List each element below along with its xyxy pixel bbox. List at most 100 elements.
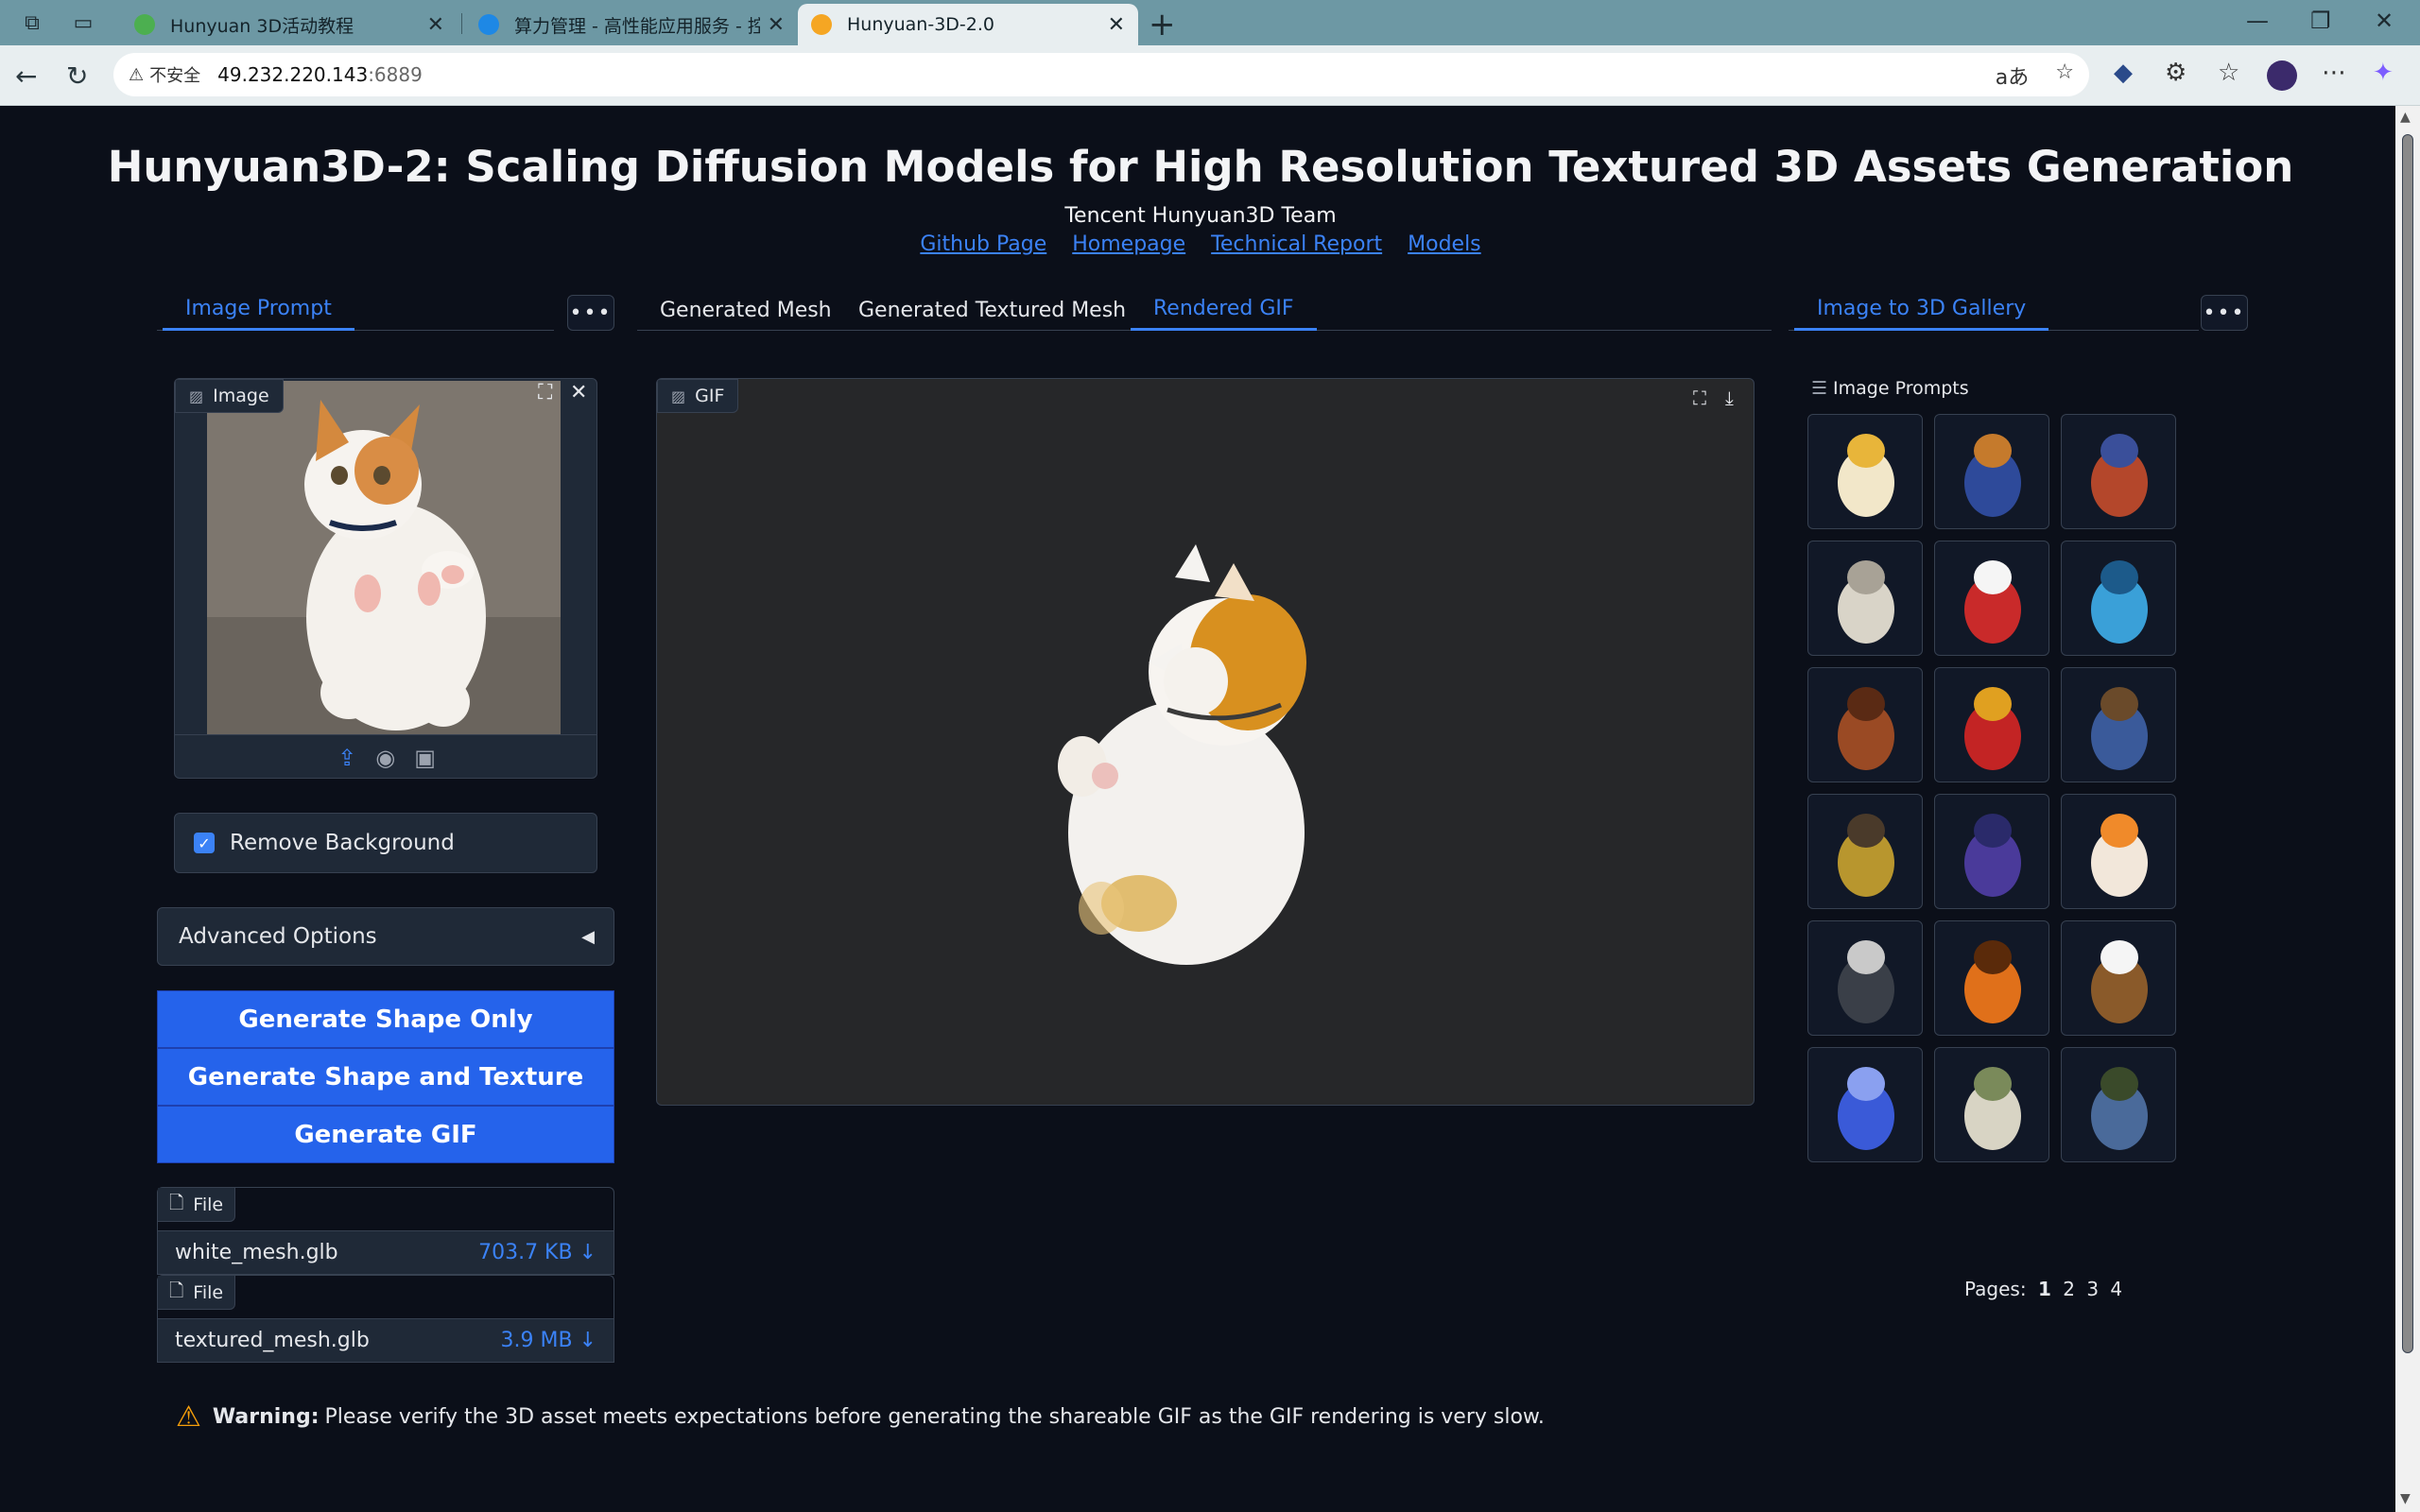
white-mesh-file-row[interactable]: white_mesh.glb 703.7 KB ↓ [157,1230,614,1275]
generate-shape-only-button[interactable]: Generate Shape Only [157,990,614,1048]
gallery-thumb-revolver[interactable] [2061,667,2176,782]
url-port: :6889 [368,63,423,86]
gallery-thumb-tree[interactable] [2061,1047,2176,1162]
tab-actions-icon[interactable]: ▭ [70,9,96,36]
favorites-icon[interactable]: ☆ [2218,59,2239,87]
profile-avatar[interactable] [2267,60,2297,91]
models-link[interactable]: Models [1408,232,1481,256]
tab-image-to-3d-gallery[interactable]: Image to 3D Gallery [1794,289,2049,331]
insecure-label: 不安全 [149,66,201,86]
gallery-thumb-santa[interactable] [1934,541,2049,656]
fullscreen-icon[interactable]: ⛶ [538,381,552,404]
read-aloud-icon[interactable]: aあ [1996,60,2029,91]
gallery-thumb-penguin[interactable] [1807,414,1923,529]
page-3-link[interactable]: 3 [2086,1278,2099,1300]
center-tabs: Generated Mesh Generated Textured Mesh R… [637,289,1772,331]
tab-image-prompt[interactable]: Image Prompt [163,289,354,331]
security-indicator[interactable]: ⚠ 不安全 [129,62,200,87]
warning-icon: ⚠ [176,1400,201,1434]
gradio-page: Hunyuan3D-2: Scaling Diffusion Models fo… [6,106,2395,1508]
close-tab-icon[interactable]: ✕ [1108,13,1125,37]
browser-tab-active[interactable]: Hunyuan-3D-2.0 ✕ [798,4,1138,45]
gallery-thumb-eagle[interactable] [2061,920,2176,1036]
tab-rendered-gif[interactable]: Rendered GIF [1131,289,1317,331]
gallery-thumb-house[interactable] [1934,414,2049,529]
url-field[interactable]: ⚠ 不安全 49.232.220.143:6889 aあ ☆ [113,53,2089,96]
generate-shape-and-texture-button[interactable]: Generate Shape and Texture [157,1048,614,1106]
gallery-thumb-boy[interactable] [2061,414,2176,529]
upload-icon[interactable]: ⇪ [337,745,356,771]
file-label: 🗋 File [158,1188,236,1222]
page-scrollbar[interactable]: ▲ ▼ [2395,106,2420,1512]
file-label: 🗋 File [158,1276,236,1310]
github-link[interactable]: Github Page [920,232,1046,256]
workspaces-icon[interactable]: ⧉ [19,9,45,36]
more-menu-icon[interactable]: ⋯ [2322,59,2346,87]
list-icon: ☰ [1811,378,1828,399]
gallery-thumb-staff[interactable] [1807,794,1923,909]
browser-tab[interactable]: Hunyuan 3D活动教程 ✕ [121,4,458,45]
warning-icon: ⚠ [129,64,145,85]
textured-mesh-file-header: 🗋 File [157,1275,614,1318]
gallery-thumb-pumpkin[interactable] [1934,920,2049,1036]
restore-icon[interactable]: ❐ [2310,8,2331,34]
favorite-star-icon[interactable]: ☆ [2055,60,2074,91]
remove-background-label: Remove Background [230,831,455,855]
refresh-icon[interactable]: ↻ [66,60,88,92]
gallery-thumb-seahorse[interactable] [2061,541,2176,656]
page-title: Hunyuan3D-2: Scaling Diffusion Models fo… [107,142,2294,192]
left-tabs: Image Prompt [157,289,554,331]
gallery-thumb-stitch[interactable] [1807,1047,1923,1162]
page-2-link[interactable]: 2 [2063,1278,2075,1300]
extensions-puzzle-icon[interactable]: ⚙ [2165,59,2187,87]
copilot-icon[interactable]: ✦ [2373,59,2394,87]
rendered-cat-model [1058,544,1306,965]
generate-gif-button[interactable]: Generate GIF [157,1106,614,1163]
file-download-link[interactable]: 3.9 MB ↓ [501,1329,596,1352]
gallery-thumb-train[interactable] [1807,667,1923,782]
tab-favicon-icon [811,14,832,35]
browser-tab[interactable]: 算力管理 - 高性能应用服务 - 控制 ✕ [465,4,798,45]
scroll-up-icon[interactable]: ▲ [2400,110,2411,125]
close-tab-icon[interactable]: ✕ [768,13,785,37]
clear-image-icon[interactable]: ✕ [570,381,587,404]
gallery-thumb-witch-hat[interactable] [1934,794,2049,909]
gallery-thumb-horse[interactable] [1934,667,2049,782]
back-icon[interactable]: ← [15,60,37,92]
gallery-pagination: Pages: 1 2 3 4 [1964,1278,2122,1300]
remove-background-checkbox[interactable]: ✓ [194,833,215,853]
scrollbar-thumb[interactable] [2402,134,2413,1353]
clipboard-icon[interactable]: ▣ [414,745,436,771]
file-download-link[interactable]: 703.7 KB ↓ [478,1241,596,1264]
gallery-thumb-castle[interactable] [1934,1047,2049,1162]
tab-generated-textured-mesh[interactable]: Generated Textured Mesh [836,289,1149,331]
gif-label-text: GIF [695,386,725,406]
minimize-icon[interactable]: — [2246,8,2269,34]
scroll-down-icon[interactable]: ▼ [2400,1491,2411,1506]
homepage-link[interactable]: Homepage [1072,232,1185,256]
file-name: textured_mesh.glb [175,1329,370,1352]
advanced-options-accordion[interactable]: Advanced Options ◀ [157,907,614,966]
page-1-link[interactable]: 1 [2038,1278,2051,1300]
right-tabs-more-button[interactable]: ••• [2201,295,2248,331]
extension-icon[interactable]: ◆ [2114,59,2133,87]
image-input[interactable]: ▨ Image ⛶ ✕ ⇪ ◉ ▣ [174,378,597,779]
webcam-icon[interactable]: ◉ [375,745,395,771]
close-tab-icon[interactable]: ✕ [427,13,444,37]
page-4-link[interactable]: 4 [2110,1278,2122,1300]
gallery-thumb-street-lamp[interactable] [1807,920,1923,1036]
image-label-text: Image [213,386,269,406]
file-icon: 🗋 [169,1192,184,1213]
gallery-thumb-bust[interactable] [1807,541,1923,656]
technical-report-link[interactable]: Technical Report [1211,232,1382,256]
left-tabs-more-button[interactable]: ••• [567,295,614,331]
gallery-thumb-dragon[interactable] [2061,794,2176,909]
warning-bold: Warning: [212,1405,320,1429]
tab-separator [461,13,462,34]
close-window-icon[interactable]: ✕ [2375,8,2394,34]
new-tab-icon[interactable]: + [1149,6,1176,43]
tab-favicon-icon [478,14,499,35]
remove-background-row[interactable]: ✓ Remove Background [174,813,597,873]
textured-mesh-file-row[interactable]: textured_mesh.glb 3.9 MB ↓ [157,1318,614,1363]
tab-generated-mesh[interactable]: Generated Mesh [637,289,855,331]
